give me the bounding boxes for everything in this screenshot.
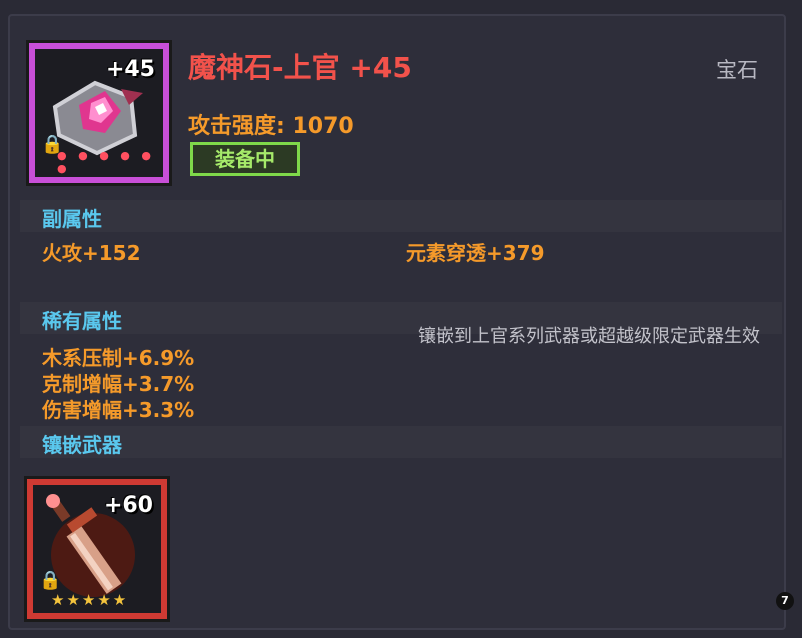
item-type: 宝石: [716, 58, 758, 82]
lock-icon: 🔒: [39, 570, 62, 591]
weapon-level-badge: +60: [103, 493, 153, 518]
item-name: 魔神石-上官 +45: [188, 51, 412, 84]
rare-stat-2: 克制增幅+3.7%: [42, 372, 195, 396]
inlay-weapon-title: 镶嵌武器: [42, 433, 122, 457]
gem-level-badge: +45: [105, 57, 155, 82]
sub-stat-element-penetration: 元素穿透+379: [406, 241, 545, 265]
gem-icon: +45 🔒 ● ● ● ● ● ●: [35, 49, 163, 177]
star-rating: ★★★★★: [51, 591, 129, 609]
rare-attributes-note: 镶嵌到上官系列武器或超越级限定武器生效: [418, 326, 760, 347]
attack-power: 攻击强度: 1070: [188, 114, 354, 139]
weapon-icon: +60 🔒 ★★★★★: [33, 485, 161, 613]
rare-stat-1: 木系压制+6.9%: [42, 346, 195, 370]
sub-attributes-header-band: [20, 200, 782, 232]
rare-attributes-title: 稀有属性: [42, 309, 122, 333]
sub-attributes-title: 副属性: [42, 207, 102, 231]
inlay-weapon-header-band: [20, 426, 782, 458]
gem-icon-frame[interactable]: +45 🔒 ● ● ● ● ● ●: [26, 40, 172, 186]
slot-dots: ● ● ● ● ● ●: [57, 149, 155, 175]
equipped-badge: 装备中: [190, 142, 300, 176]
page-number-badge: 7: [776, 592, 794, 610]
sub-stat-fire-attack: 火攻+152: [42, 241, 141, 265]
rare-stat-3: 伤害增幅+3.3%: [42, 398, 195, 422]
weapon-icon-frame[interactable]: +60 🔒 ★★★★★: [24, 476, 170, 622]
item-detail-panel: +45 🔒 ● ● ● ● ● ● 魔神石-上官 +45 宝石 攻击强度: 10…: [8, 14, 786, 630]
